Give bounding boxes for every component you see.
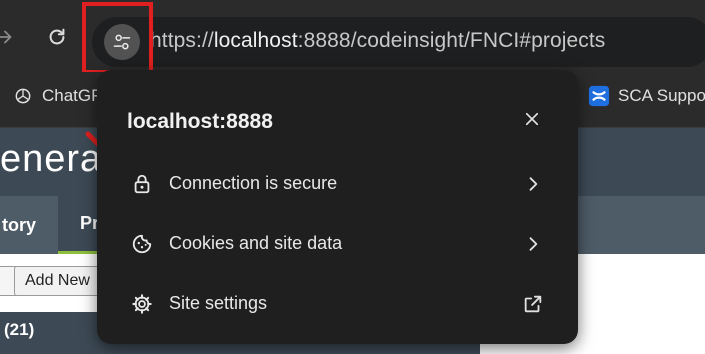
url-prefix: https://: [150, 29, 214, 52]
bookmark-chatgpt[interactable]: ChatGP: [12, 85, 102, 107]
gear-icon: [130, 292, 154, 316]
confluence-icon: [588, 85, 610, 107]
chevron-right-icon: [521, 172, 545, 196]
openai-icon: [12, 85, 34, 107]
site-info-popup: localhost:8888 Connection is secure Cook…: [97, 70, 578, 344]
url-text[interactable]: https://localhost:8888/codeinsight/FNCI#…: [150, 29, 605, 53]
url-rest: :8888/codeinsight/FNCI#projects: [297, 29, 606, 52]
popup-title: localhost:8888: [127, 110, 273, 133]
row-label: Cookies and site data: [169, 233, 343, 253]
reload-button[interactable]: [44, 24, 70, 50]
bookmark-sca-support[interactable]: SCA Suppo: [588, 85, 705, 107]
close-icon: [525, 112, 539, 126]
tab-history[interactable]: tory: [0, 196, 58, 254]
close-button[interactable]: [521, 108, 543, 130]
arrow-right-icon: [0, 30, 12, 44]
browser-toolbar: https://localhost:8888/codeinsight/FNCI#…: [0, 0, 705, 74]
annotation-highlight-box: [82, 2, 153, 74]
url-host: localhost: [213, 29, 298, 52]
site-settings-row[interactable]: Site settings: [97, 274, 578, 334]
open-in-new-icon: [521, 292, 545, 316]
lock-icon: [130, 172, 154, 196]
cookie-icon: [130, 232, 154, 256]
connection-security-row[interactable]: Connection is secure: [97, 154, 578, 214]
cookies-row[interactable]: Cookies and site data: [97, 214, 578, 274]
bookmark-label: ChatGP: [42, 86, 103, 105]
reload-icon: [49, 28, 65, 45]
row-label: Site settings: [169, 293, 268, 313]
add-new-button[interactable]: Add New: [14, 266, 104, 296]
forward-button[interactable]: [0, 24, 18, 50]
row-label: Connection is secure: [169, 173, 338, 193]
chevron-right-icon: [521, 232, 545, 256]
bookmark-label: SCA Suppo: [618, 86, 705, 105]
